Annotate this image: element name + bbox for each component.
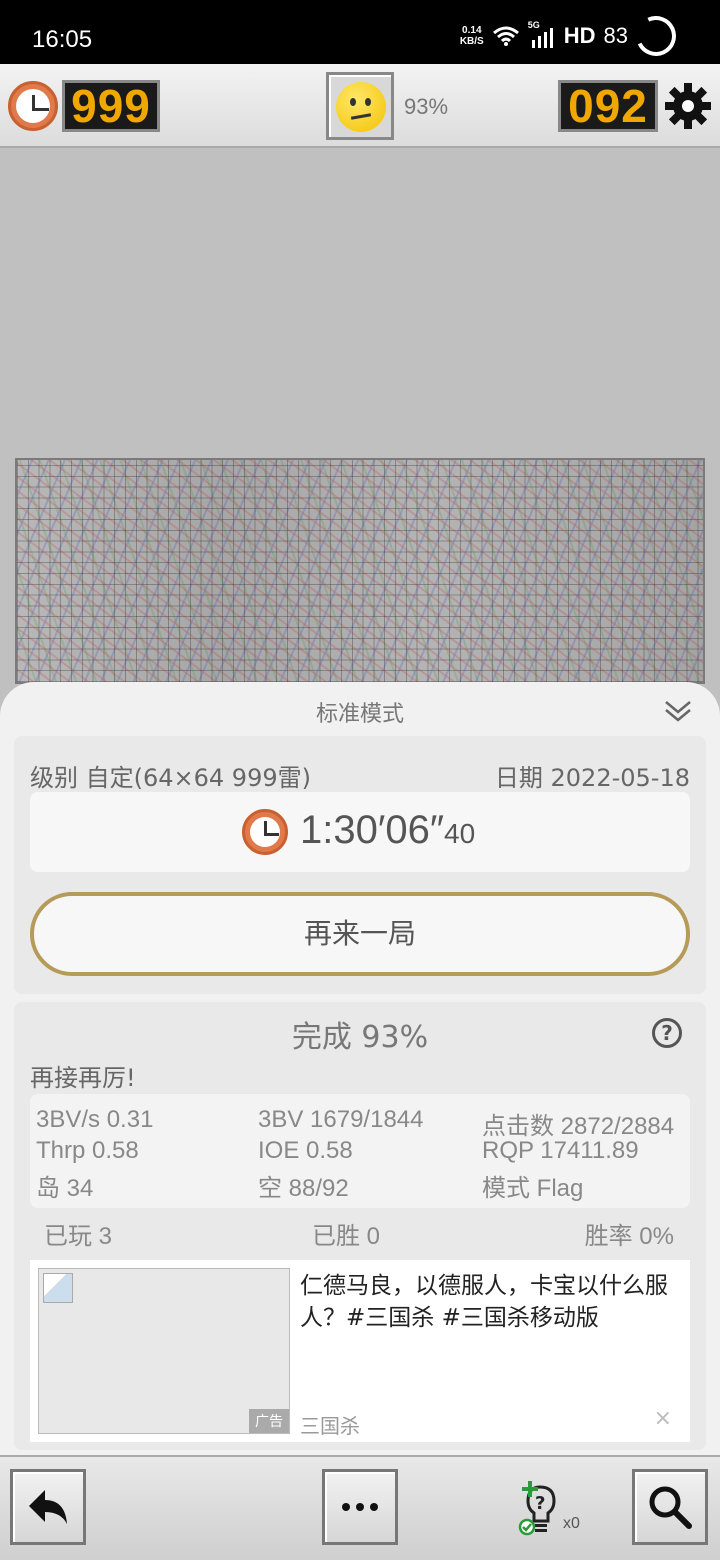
elapsed-time: 1:30′06″40 bbox=[300, 808, 476, 852]
status-icons: 0.14 KB/S 5G HD 83 bbox=[459, 10, 682, 62]
completion-text: 完成 93% bbox=[291, 1020, 429, 1055]
restart-smiley-button[interactable] bbox=[326, 72, 394, 140]
ad-badge: 广告 bbox=[249, 1409, 289, 1433]
stat-rqp: RQP 17411.89 bbox=[482, 1137, 639, 1164]
ad-text[interactable]: 仁德马良，以德服人，卡宝以什么服人？#三国杀 #三国杀移动版 bbox=[300, 1270, 684, 1334]
ad-banner[interactable]: 广告 仁德马良，以德服人，卡宝以什么服人？#三国杀 #三国杀移动版 三国杀 × bbox=[30, 1260, 690, 1442]
bottom-toolbar: ? x0 bbox=[0, 1455, 720, 1560]
games-summary: 已玩 3 已胜 0 胜率 0% bbox=[14, 1216, 706, 1250]
hint-lightbulb-icon[interactable]: ? bbox=[518, 1481, 566, 1537]
help-icon[interactable]: ? bbox=[652, 1018, 682, 1048]
stat-mode: 模式 Flag bbox=[482, 1175, 584, 1202]
date-info: 日期 2022-05-18 bbox=[494, 764, 690, 792]
win-rate: 胜率 0% bbox=[584, 1223, 674, 1250]
more-dots-icon bbox=[342, 1503, 378, 1511]
neutral-face-icon bbox=[336, 82, 386, 132]
search-button[interactable] bbox=[632, 1469, 708, 1545]
net-speed: 0.14 KB/S bbox=[459, 25, 484, 47]
stat-3bv: 3BV 1679/1844 bbox=[258, 1106, 424, 1133]
ad-close-icon[interactable]: × bbox=[654, 1406, 672, 1431]
stat-3bv-per-s: 3BV/s 0.31 bbox=[36, 1106, 154, 1133]
stat-clicks: 点击数 2872/2884 bbox=[482, 1113, 675, 1140]
games-played: 已玩 3 bbox=[44, 1223, 113, 1250]
battery-ring-icon bbox=[630, 10, 682, 62]
search-magnifier-icon bbox=[649, 1486, 692, 1529]
minefield-numbers bbox=[17, 460, 703, 682]
collapse-chevron-icon[interactable] bbox=[662, 694, 694, 726]
mine-counter-display: 092 bbox=[558, 80, 658, 132]
timer-clock-icon bbox=[8, 81, 58, 131]
level-info: 级别 自定(64×64 999雷) bbox=[30, 764, 311, 792]
clock-icon bbox=[242, 809, 288, 855]
elapsed-time-box: 1:30′06″40 bbox=[30, 792, 690, 872]
stat-ioe: IOE 0.58 bbox=[258, 1137, 353, 1164]
signal-icon: 5G bbox=[528, 20, 556, 48]
games-won: 已胜 0 bbox=[312, 1223, 381, 1250]
hint-count: x0 bbox=[563, 1515, 580, 1532]
result-sheet: 标准模式 级别 自定(64×64 999雷) 日期 2022-05-18 1:3… bbox=[0, 682, 720, 1455]
ad-image[interactable]: 广告 bbox=[38, 1268, 290, 1434]
status-bar: 16:05 0.14 KB/S 5G HD 83 bbox=[0, 0, 720, 64]
stat-thrp: Thrp 0.58 bbox=[36, 1137, 139, 1164]
broken-image-icon bbox=[43, 1273, 73, 1303]
result-summary-card: 级别 自定(64×64 999雷) 日期 2022-05-18 1:30′06″… bbox=[14, 736, 706, 994]
hd-indicator: HD bbox=[563, 23, 596, 48]
stat-openings: 空 88/92 bbox=[258, 1175, 349, 1202]
wifi-icon bbox=[492, 26, 519, 46]
mode-title: 标准模式 bbox=[315, 702, 404, 727]
status-time: 16:05 bbox=[32, 26, 93, 53]
settings-gear-icon[interactable] bbox=[664, 82, 712, 130]
ad-source: 三国杀 bbox=[300, 1414, 360, 1438]
play-again-button[interactable]: 再来一局 bbox=[30, 892, 690, 976]
minefield-board[interactable] bbox=[15, 458, 705, 684]
completion-percent: 93% bbox=[404, 94, 449, 119]
undo-arrow-icon bbox=[29, 1490, 67, 1524]
timer-display: 999 bbox=[62, 80, 160, 132]
encouragement-text: 再接再厉! bbox=[30, 1064, 136, 1092]
svg-text:?: ? bbox=[535, 1493, 545, 1514]
more-options-button[interactable] bbox=[322, 1469, 398, 1545]
battery-level: 83 bbox=[603, 23, 628, 48]
undo-button[interactable] bbox=[10, 1469, 86, 1545]
stat-islands: 岛 34 bbox=[36, 1175, 94, 1202]
statistics-card: 完成 93% ? 再接再厉! 3BV/s 0.31 3BV 1679/1844 … bbox=[14, 1002, 706, 1450]
stats-table: 3BV/s 0.31 3BV 1679/1844 点击数 2872/2884 T… bbox=[30, 1094, 690, 1208]
